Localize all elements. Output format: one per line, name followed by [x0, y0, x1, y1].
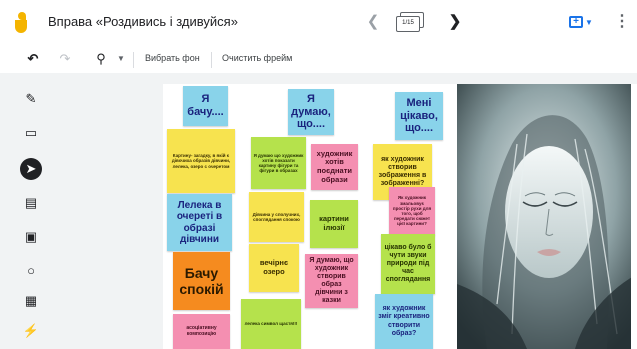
- board-canvas[interactable]: Я бачу.... Я думаю, що.... Мені цікаво, …: [163, 84, 457, 349]
- more-vert-icon[interactable]: ⋮: [614, 12, 630, 34]
- select-icon[interactable]: ➤: [20, 158, 42, 180]
- tool-panel: ✎ ▭ ➤ ▤ ▣ ○ ▦ ⚡: [14, 88, 48, 343]
- sticky-note[interactable]: Лелека в очереті в образі дівчини: [167, 194, 232, 251]
- zoom-icon[interactable]: ⚲: [93, 50, 109, 68]
- chevron-down-icon[interactable]: ▼: [116, 50, 126, 68]
- sticky-note[interactable]: Я думаю, що....: [288, 89, 334, 135]
- text-box-icon[interactable]: ▦: [20, 290, 42, 312]
- frames-button[interactable]: 1/15: [394, 10, 428, 36]
- eraser-icon[interactable]: ▭: [20, 122, 42, 144]
- redo-icon[interactable]: ↷: [57, 50, 73, 68]
- laser-icon[interactable]: ⚡: [20, 320, 42, 342]
- portrait-image[interactable]: [457, 84, 637, 349]
- sticky-note[interactable]: Я бачу....: [183, 86, 228, 126]
- set-background-button[interactable]: Вибрать фон: [145, 53, 200, 63]
- chevron-left-icon[interactable]: ❮: [364, 12, 382, 32]
- share-button[interactable]: + ▼: [566, 12, 594, 34]
- logo-top: [18, 12, 26, 20]
- board-title[interactable]: Вправа «Роздивись і здивуйся»: [48, 14, 238, 29]
- jamboard-logo[interactable]: [13, 12, 29, 34]
- frame-counter: 1/15: [396, 16, 420, 32]
- sticky-note[interactable]: Бачу спокій: [173, 252, 230, 310]
- chevron-down-icon: ▼: [585, 18, 593, 27]
- sticky-note[interactable]: цікаво було б чути звуки природи під час…: [381, 234, 435, 294]
- sticky-note[interactable]: Як художник змальовує простір рухи для т…: [389, 187, 435, 235]
- app-header: Вправа «Роздивись і здивуйся» ❮ 1/15 ❯ +…: [0, 0, 637, 46]
- sticky-note[interactable]: Я думаю що художник хотів показати карти…: [251, 137, 306, 189]
- sticky-note[interactable]: художник хотів поєднати образи: [311, 144, 358, 190]
- sticky-note[interactable]: картини ілюзії: [310, 200, 358, 248]
- logo-bottom: [15, 20, 27, 33]
- clear-frame-button[interactable]: Очистить фрейм: [222, 53, 292, 63]
- sticky-note[interactable]: Картину- загадку, в якій є дівочиха обра…: [167, 129, 235, 193]
- share-icon: +: [569, 16, 583, 28]
- circle-icon[interactable]: ○: [20, 260, 42, 282]
- image-icon[interactable]: ▣: [20, 226, 42, 248]
- sticky-note[interactable]: Я думаю, що художник створив образ дівчи…: [305, 254, 358, 308]
- sticky-note[interactable]: асоціативну композицію: [173, 314, 230, 349]
- sticky-note[interactable]: Мені цікаво, що....: [395, 92, 443, 140]
- undo-icon[interactable]: ↶: [25, 50, 41, 68]
- jamboard-app: Вправа «Роздивись і здивуйся» ❮ 1/15 ❯ +…: [0, 0, 637, 349]
- sticky-note-icon[interactable]: ▤: [20, 192, 42, 214]
- frame-toolbar: ↶ ↷ ⚲ ▼ Вибрать фон Очистить фрейм: [0, 46, 637, 73]
- sticky-note[interactable]: Дівчина у сполучних, споглядання спокою: [249, 192, 304, 242]
- divider: [133, 52, 134, 68]
- chevron-right-icon[interactable]: ❯: [446, 12, 464, 32]
- pen-icon[interactable]: ✎: [20, 88, 42, 110]
- divider: [211, 52, 212, 68]
- sticky-note[interactable]: вечірнє озеро: [249, 244, 299, 292]
- portrait-illustration: [457, 84, 637, 349]
- sticky-note[interactable]: лелека символ щастя!!!: [241, 299, 301, 349]
- sticky-note[interactable]: як художник зміг креативно створити обра…: [375, 294, 433, 349]
